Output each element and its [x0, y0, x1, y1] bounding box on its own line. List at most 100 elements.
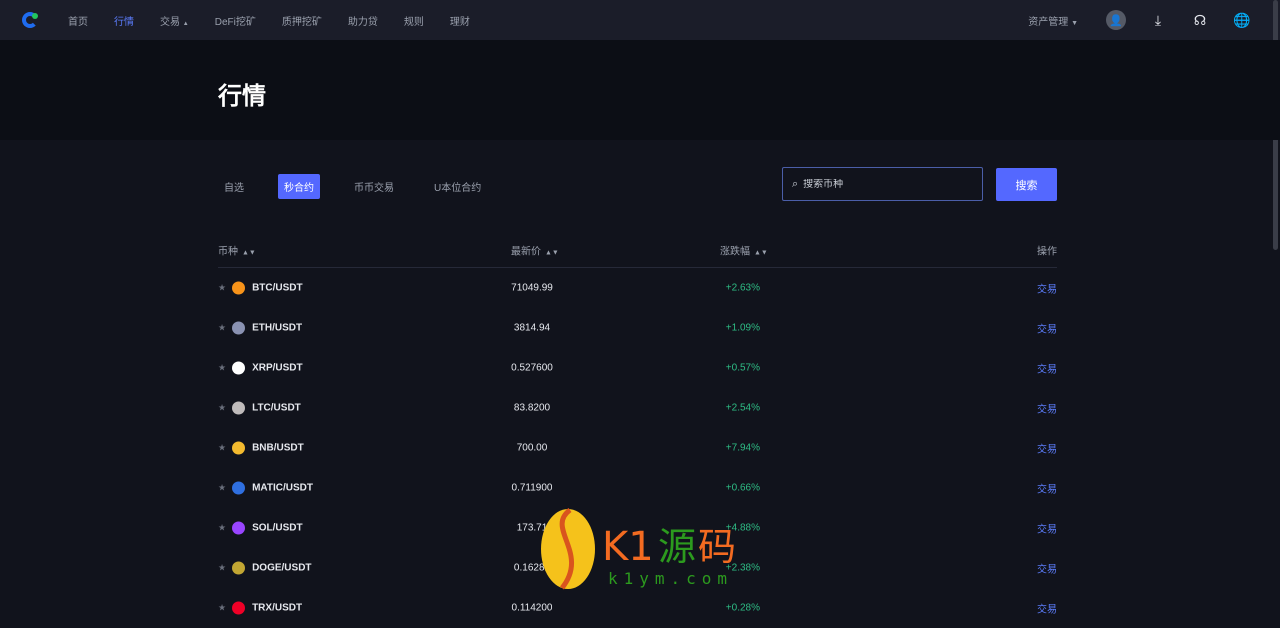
logo-icon[interactable] [22, 12, 38, 28]
search-icon: ⌕ [792, 177, 799, 190]
coin-icon [232, 361, 246, 375]
tab[interactable]: 自选 [218, 174, 250, 199]
coin-icon [232, 481, 246, 495]
favorite-star-icon[interactable]: ★ [218, 603, 226, 613]
nav-item[interactable]: 助力贷 [348, 13, 378, 28]
pair-name: SOL/USDT [252, 522, 303, 534]
favorite-star-icon[interactable]: ★ [218, 323, 226, 333]
coin-icon [232, 561, 246, 575]
trade-link[interactable]: 交易 [1037, 441, 1057, 456]
search-button[interactable]: 搜索 [996, 168, 1057, 201]
table-header: 币种 ▲▼ 最新价 ▲▼ 涨跌幅 ▲▼ 操作 [218, 236, 1057, 268]
price: 83.8200 [513, 402, 551, 414]
hero-banner: 行情 [0, 40, 1280, 140]
trade-link[interactable]: 交易 [1037, 481, 1057, 496]
coin-icon [232, 321, 246, 335]
coin-icon [232, 281, 246, 295]
table-row[interactable]: ★ ETH/USDT 3814.94 +1.09% 交易 [218, 308, 1057, 348]
price: 0.16282 [513, 562, 551, 574]
table-row[interactable]: ★ TRX/USDT 0.114200 +0.28% 交易 [218, 588, 1057, 628]
change: +0.66% [725, 482, 760, 494]
market-table: 币种 ▲▼ 最新价 ▲▼ 涨跌幅 ▲▼ 操作 ★ BTC/USDT 71049.99 +… [218, 236, 1057, 628]
table-row[interactable]: ★ SOL/USDT 173.71 +4.88% 交易 [218, 508, 1057, 548]
price: 3814.94 [513, 322, 551, 334]
search-input[interactable] [803, 178, 964, 190]
coin-icon [232, 521, 246, 535]
market-tabs: 自选 秒合约 币币交易 U本位合约 [218, 174, 515, 199]
coin-icon [232, 601, 246, 615]
pair-name: LTC/USDT [252, 402, 301, 414]
trade-link[interactable]: 交易 [1037, 321, 1057, 336]
nav-item[interactable]: 行情 [114, 13, 134, 28]
page-title: 行情 [218, 83, 266, 110]
change: +4.88% [725, 522, 760, 534]
nav-item[interactable]: 首页 [68, 13, 88, 28]
asset-management-menu[interactable]: 资产管理 ▼ [1028, 13, 1078, 28]
headset-icon[interactable]: ☊ [1190, 10, 1210, 30]
trade-link[interactable]: 交易 [1037, 281, 1057, 296]
favorite-star-icon[interactable]: ★ [218, 523, 226, 533]
sort-icon: ▲▼ [242, 249, 256, 257]
search-box[interactable]: ⌕ [782, 167, 983, 201]
price: 173.71 [516, 522, 548, 534]
favorite-star-icon[interactable]: ★ [218, 563, 226, 573]
header-action: 操作 [1037, 246, 1057, 258]
change: +2.38% [725, 562, 760, 574]
sort-icon: ▲▼ [545, 249, 559, 257]
pair-name: MATIC/USDT [252, 482, 313, 494]
pair-name: TRX/USDT [252, 602, 303, 614]
change: +2.63% [725, 282, 760, 294]
caret-down-icon: ▲ [182, 20, 189, 27]
download-icon[interactable]: ⤓ [1148, 10, 1168, 30]
change: +7.94% [725, 442, 760, 454]
table-row[interactable]: ★ LTC/USDT 83.8200 +2.54% 交易 [218, 388, 1057, 428]
sort-icon: ▲▼ [754, 249, 768, 257]
pair-name: DOGE/USDT [252, 562, 312, 574]
change: +1.09% [725, 322, 760, 334]
table-row[interactable]: ★ DOGE/USDT 0.16282 +2.38% 交易 [218, 548, 1057, 588]
user-avatar-icon[interactable]: 👤 [1106, 10, 1126, 30]
trade-link[interactable]: 交易 [1037, 601, 1057, 616]
header-pair[interactable]: 币种 ▲▼ [218, 243, 256, 258]
trade-link[interactable]: 交易 [1037, 401, 1057, 416]
header-change[interactable]: 涨跌幅 ▲▼ [720, 243, 768, 258]
table-row[interactable]: ★ BTC/USDT 71049.99 +2.63% 交易 [218, 268, 1057, 308]
nav-item[interactable]: 交易 ▲ [160, 13, 189, 28]
coin-icon [232, 401, 246, 415]
price: 0.114200 [511, 602, 553, 614]
change: +2.54% [725, 402, 760, 414]
pair-name: ETH/USDT [252, 322, 303, 334]
price: 71049.99 [511, 282, 553, 294]
nav-item[interactable]: 理财 [450, 13, 470, 28]
trade-link[interactable]: 交易 [1037, 561, 1057, 576]
favorite-star-icon[interactable]: ★ [218, 363, 226, 373]
trade-link[interactable]: 交易 [1037, 521, 1057, 536]
price: 0.527600 [511, 362, 553, 374]
nav-item[interactable]: 规则 [404, 13, 424, 28]
tab[interactable]: 秒合约 [278, 174, 320, 199]
change: +0.28% [725, 602, 760, 614]
price: 700.00 [516, 442, 548, 454]
globe-icon[interactable]: 🌐 [1232, 10, 1252, 30]
pair-name: BNB/USDT [252, 442, 304, 454]
tab[interactable]: U本位合约 [428, 174, 487, 199]
header-price[interactable]: 最新价 ▲▼ [511, 243, 559, 258]
table-row[interactable]: ★ MATIC/USDT 0.711900 +0.66% 交易 [218, 468, 1057, 508]
nav-item[interactable]: DeFi挖矿 [215, 13, 256, 28]
tab[interactable]: 币币交易 [348, 174, 400, 199]
asset-menu-label: 资产管理 [1028, 16, 1069, 28]
coin-icon [232, 441, 246, 455]
favorite-star-icon[interactable]: ★ [218, 483, 226, 493]
table-row[interactable]: ★ XRP/USDT 0.527600 +0.57% 交易 [218, 348, 1057, 388]
top-nav: 首页 行情 交易 ▲ DeFi挖矿 质押挖矿 助力贷 规则 理财 资产管理 ▼ 👤 ⤓ ☊ 🌐 [0, 0, 1280, 40]
price: 0.711900 [511, 482, 553, 494]
nav-item[interactable]: 质押挖矿 [282, 13, 322, 28]
favorite-star-icon[interactable]: ★ [218, 443, 226, 453]
table-row[interactable]: ★ BNB/USDT 700.00 +7.94% 交易 [218, 428, 1057, 468]
favorite-star-icon[interactable]: ★ [218, 403, 226, 413]
pair-name: XRP/USDT [252, 362, 303, 374]
trade-link[interactable]: 交易 [1037, 361, 1057, 376]
favorite-star-icon[interactable]: ★ [218, 283, 226, 293]
pair-name: BTC/USDT [252, 282, 303, 294]
change: +0.57% [725, 362, 760, 374]
